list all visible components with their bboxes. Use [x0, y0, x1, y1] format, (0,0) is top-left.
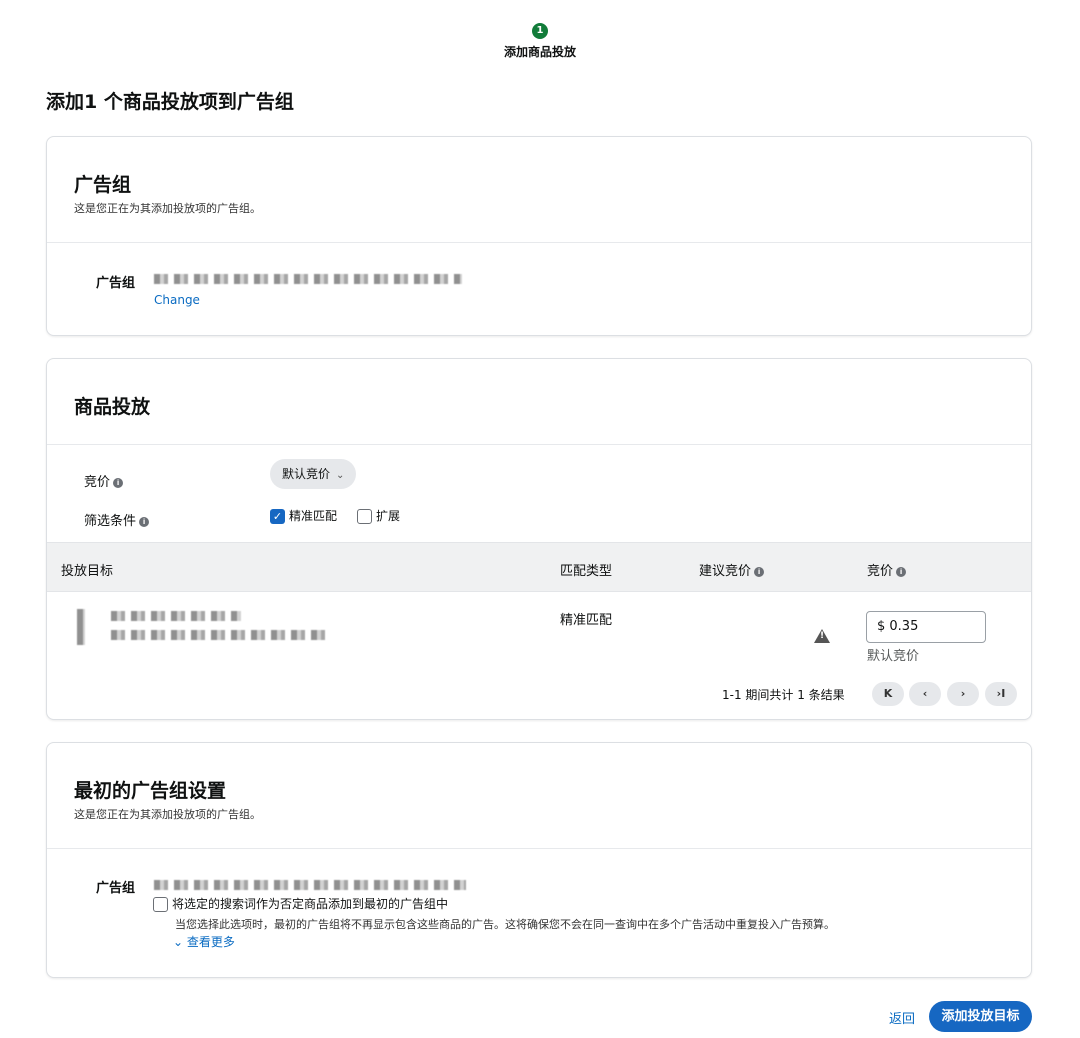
product-targeting-title: 商品投放 — [74, 396, 151, 418]
ad-group-card-subtitle: 这是您正在为其添加投放项的广告组。 — [74, 202, 261, 215]
chevron-down-icon: ⌄ — [336, 470, 345, 481]
col-header-bid-text: 竞价 — [867, 564, 894, 579]
info-icon[interactable]: i — [113, 477, 124, 488]
see-more-label: 查看更多 — [186, 935, 235, 949]
bid-strategy-value: 默认竞价 — [282, 467, 331, 481]
next-page-button[interactable]: › — [947, 682, 979, 706]
see-more-link[interactable]: ⌄ 查看更多 — [173, 933, 235, 950]
info-icon[interactable]: i — [139, 516, 150, 527]
table-header: 投放目标 匹配类型 建议竞价 i 竞价 i — [47, 542, 1031, 592]
add-negative-help: 当您选择此选项时，最初的广告组将不再显示包含这些商品的广告。这将确保您不会在同一… — [175, 918, 835, 931]
bid-label-text: 竞价 — [84, 475, 111, 490]
col-header-suggested-bid: 建议竞价 i — [699, 560, 765, 579]
page-title: 添加1 个商品投放项到广告组 — [46, 91, 294, 113]
bid-input[interactable]: $ 0.35 — [866, 611, 986, 643]
col-header-bid: 竞价 i — [867, 560, 907, 579]
ad-group-name-redacted — [154, 274, 462, 284]
filter-label: 筛选条件 i — [84, 510, 150, 529]
original-ad-group-subtitle: 这是您正在为其添加投放项的广告组。 — [74, 808, 261, 821]
bid-strategy-select[interactable]: 默认竞价 ⌄ — [270, 459, 357, 489]
change-ad-group-link[interactable]: Change — [154, 293, 200, 307]
original-ad-group-name-redacted — [154, 880, 466, 890]
previous-page-button[interactable]: ‹ — [909, 682, 941, 706]
warning-icon-mark: ! — [820, 631, 825, 641]
step-number-badge: 1 — [532, 23, 548, 39]
last-page-button[interactable]: ›I — [985, 682, 1017, 706]
chevron-down-icon: ⌄ — [173, 935, 184, 949]
add-negative-checkbox[interactable]: 将选定的搜索词作为否定商品添加到最初的广告组中 — [153, 895, 448, 912]
col-header-suggested-bid-text: 建议竞价 — [699, 564, 752, 579]
divider — [47, 444, 1031, 445]
back-link[interactable]: 返回 — [889, 1008, 915, 1027]
bid-label: 竞价 i — [84, 471, 124, 490]
product-title-redacted — [111, 611, 241, 621]
add-targets-button[interactable]: 添加投放目标 — [929, 1001, 1032, 1032]
checkbox-box — [357, 509, 372, 524]
add-negative-label: 将选定的搜索词作为否定商品添加到最初的广告组中 — [172, 897, 449, 911]
col-header-match-type: 匹配类型 — [560, 564, 613, 579]
product-targeting-card: 商品投放 竞价 i 默认竞价 ⌄ 筛选条件 i ✓ 精准匹配 扩展 投放目标 匹配类型 … — [46, 358, 1032, 720]
check-icon: ✓ — [270, 509, 285, 524]
ad-group-card-title: 广告组 — [74, 174, 132, 196]
col-header-target: 投放目标 — [61, 564, 114, 579]
info-icon[interactable]: i — [896, 566, 907, 577]
original-ad-group-card: 最初的广告组设置 这是您正在为其添加投放项的广告组。 广告组 将选定的搜索词作为… — [46, 742, 1032, 978]
filter-expanded-label: 扩展 — [376, 509, 401, 523]
filter-expanded-checkbox[interactable]: 扩展 — [357, 507, 400, 524]
filter-exact-checkbox[interactable]: ✓ 精准匹配 — [270, 507, 337, 524]
filter-exact-label: 精准匹配 — [289, 509, 338, 523]
original-ad-group-title: 最初的广告组设置 — [74, 780, 227, 802]
first-page-button[interactable]: K — [872, 682, 904, 706]
ad-group-card: 广告组 这是您正在为其添加投放项的广告组。 广告组 Change — [46, 136, 1032, 336]
info-icon[interactable]: i — [754, 566, 765, 577]
pagination-summary: 1-1 期间共计 1 条结果 — [722, 688, 845, 702]
ad-group-field-label: 广告组 — [96, 276, 136, 291]
divider — [47, 848, 1031, 849]
match-type-cell: 精准匹配 — [560, 613, 613, 628]
filter-label-text: 筛选条件 — [84, 514, 137, 529]
product-thumbnail-redacted — [77, 609, 85, 645]
divider — [47, 242, 1031, 243]
step-label: 添加商品投放 — [503, 45, 576, 59]
bid-note: 默认竞价 — [867, 649, 920, 664]
original-ad-group-field-label: 广告组 — [96, 881, 136, 896]
product-asin-redacted — [111, 630, 326, 640]
checkbox-box — [153, 897, 168, 912]
stepper: 1 添加商品投放 — [0, 18, 1080, 60]
